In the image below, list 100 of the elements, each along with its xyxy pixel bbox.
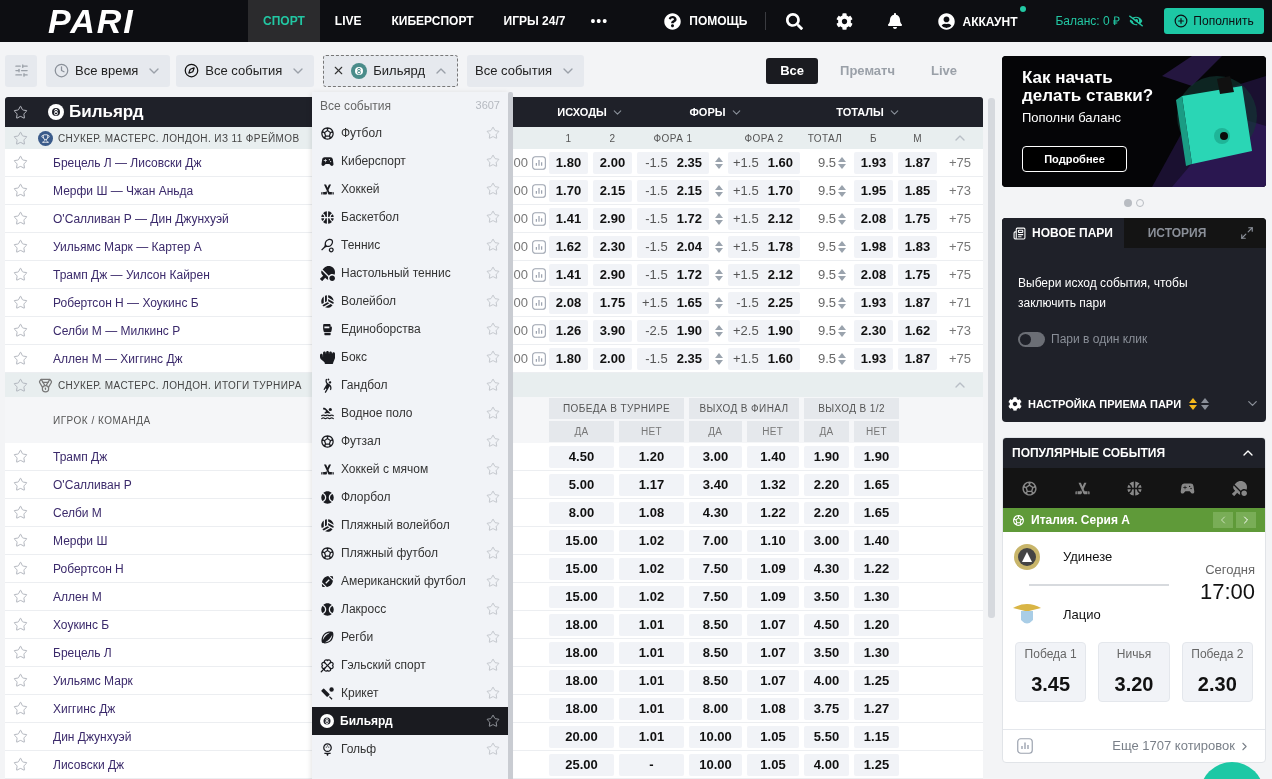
handicap-odds-button[interactable]: +2.5 1.90 xyxy=(728,319,800,342)
odds-button[interactable]: 1.02 xyxy=(619,557,684,580)
odds-button[interactable]: 20.00 xyxy=(549,725,614,748)
odds-button[interactable]: 1.30 xyxy=(854,641,899,664)
odds-button[interactable]: 1.90 xyxy=(854,445,899,468)
odds-button[interactable]: 2.08 xyxy=(549,291,588,314)
odds-button[interactable]: 1.09 xyxy=(747,557,799,580)
odds-button[interactable]: 2.90 xyxy=(593,207,632,230)
odds-button[interactable]: 15.00 xyxy=(549,585,614,608)
favorite-star-icon[interactable] xyxy=(13,505,28,520)
odds-button[interactable]: 1.32 xyxy=(747,473,799,496)
favorite-star-icon[interactable] xyxy=(486,266,500,280)
odds-button[interactable]: 1.01 xyxy=(619,725,684,748)
more-markets-link[interactable]: +71 xyxy=(937,292,983,313)
favorite-star-icon[interactable] xyxy=(13,239,28,254)
menu-item[interactable]: Киберспорт xyxy=(312,147,508,175)
filter-settings-button[interactable] xyxy=(5,54,37,87)
odds-button[interactable]: 18.00 xyxy=(549,641,614,664)
favorite-star-icon[interactable] xyxy=(13,295,28,310)
favorite-star-icon[interactable] xyxy=(13,757,28,772)
match-name[interactable]: Мерфи Ш — Чжан Аньда xyxy=(48,181,312,200)
menu-item[interactable]: Волейбол xyxy=(312,287,508,315)
favorite-star-icon[interactable] xyxy=(13,130,28,146)
match-name[interactable]: Уильямс Марк — Картер А xyxy=(48,237,312,256)
menu-item[interactable]: Крикет xyxy=(312,679,508,707)
favorite-star-icon[interactable] xyxy=(486,434,500,448)
favorite-star-icon[interactable] xyxy=(486,154,500,168)
favorite-star-icon[interactable] xyxy=(13,645,28,660)
odds-button[interactable]: 2.30 xyxy=(593,235,632,258)
menu-item[interactable]: Американский футбол xyxy=(312,567,508,595)
handicap-odds-button[interactable]: -1.5 2.35 xyxy=(637,347,709,370)
favorite-star-icon[interactable] xyxy=(486,294,500,308)
favorite-star-icon[interactable] xyxy=(13,561,28,576)
odds-button[interactable]: 2.00 xyxy=(593,347,632,370)
menu-item[interactable]: Все события 3607 xyxy=(312,92,508,119)
odds-button[interactable]: 4.50 xyxy=(549,445,614,468)
favorite-star-icon[interactable] xyxy=(486,546,500,560)
odds-button[interactable]: 3.00 xyxy=(804,529,849,552)
favorite-star-icon[interactable] xyxy=(486,742,500,756)
menu-item[interactable]: Хоккей xyxy=(312,175,508,203)
up-down-icon[interactable] xyxy=(1189,397,1198,410)
menu-item[interactable]: Гэльский спорт xyxy=(312,651,508,679)
handicap-odds-button[interactable]: -1.5 2.04 xyxy=(637,235,709,258)
odds-button[interactable]: 1.02 xyxy=(619,585,684,608)
menu-item[interactable]: Бокс xyxy=(312,343,508,371)
odds-button[interactable]: 1.27 xyxy=(854,697,899,720)
odds-button[interactable]: 8.00 xyxy=(689,697,742,720)
odds-button[interactable]: 1.93 xyxy=(854,347,893,370)
odds-button[interactable]: 1.07 xyxy=(747,641,799,664)
favorite-star-icon[interactable] xyxy=(486,350,500,364)
ping-pong-icon[interactable] xyxy=(1232,480,1248,496)
nav-tab[interactable]: LIVE xyxy=(319,0,377,42)
favorite-star-icon[interactable] xyxy=(13,729,28,744)
next-button[interactable] xyxy=(1236,512,1256,528)
one-click-toggle[interactable] xyxy=(1018,331,1045,347)
favorite-star-icon[interactable] xyxy=(486,210,500,224)
favorite-star-icon[interactable] xyxy=(486,518,500,532)
account-link[interactable]: АККАУНТ xyxy=(962,15,1018,29)
filter-dropdown[interactable]: Все события xyxy=(176,54,315,87)
favorite-star-icon[interactable] xyxy=(486,602,500,616)
menu-item[interactable]: Футбол xyxy=(312,119,508,147)
odds-button[interactable]: 1.09 xyxy=(747,585,799,608)
odds-button[interactable]: 4.50 xyxy=(804,613,849,636)
handicap-odds-button[interactable]: +1.5 1.60 xyxy=(728,347,800,370)
odds-button[interactable]: 1.15 xyxy=(854,725,899,748)
odds-button[interactable]: 4.00 xyxy=(804,669,849,692)
odds-button[interactable]: 1.93 xyxy=(854,291,893,314)
odds-button[interactable]: 5.50 xyxy=(804,725,849,748)
match-name[interactable]: Брецель Л — Лисовски Дж xyxy=(48,153,312,172)
odds-button[interactable]: 8.50 xyxy=(689,613,742,636)
odds-button[interactable]: 1.90 xyxy=(804,445,849,468)
odds-button[interactable]: 4.00 xyxy=(804,753,849,776)
odds-button[interactable]: 1.05 xyxy=(747,753,799,776)
odds-button[interactable]: 18.00 xyxy=(549,613,614,636)
nav-tab[interactable]: ИГРЫ 24/7 xyxy=(488,0,581,42)
match-name[interactable]: О'Салливан Р — Дин Джунхуэй xyxy=(48,209,312,228)
favorite-star-icon[interactable] xyxy=(486,238,500,252)
more-markets-link[interactable]: +75 xyxy=(937,152,983,173)
stats-icon[interactable] xyxy=(531,155,546,170)
more-markets-link[interactable]: +75 xyxy=(937,264,983,285)
odds-button[interactable]: 1.17 xyxy=(619,473,684,496)
menu-item[interactable]: Хоккей с мячом xyxy=(312,455,508,483)
favorite-star-icon[interactable] xyxy=(13,104,28,120)
odds-button[interactable]: 2.20 xyxy=(804,473,849,496)
handicap-odds-button[interactable]: +1.5 1.60 xyxy=(728,151,800,174)
odds-button[interactable]: 7.50 xyxy=(689,585,742,608)
odds-button[interactable]: 1.70 xyxy=(549,179,588,202)
filter-dropdown[interactable]: Все время xyxy=(46,54,171,87)
odds-button[interactable]: 1.20 xyxy=(854,613,899,636)
match-name[interactable]: Аллен М — Хиггинс Дж xyxy=(48,349,312,368)
handicap-odds-button[interactable]: -1.5 1.72 xyxy=(637,207,709,230)
odds-button[interactable]: 1.98 xyxy=(854,235,893,258)
favorite-star-icon[interactable] xyxy=(13,211,28,226)
odds-button[interactable]: Победа 2 2.30 xyxy=(1181,642,1253,702)
odds-button[interactable]: 1.41 xyxy=(549,207,588,230)
favorite-star-icon[interactable] xyxy=(486,658,500,672)
odds-button[interactable]: 3.90 xyxy=(593,319,632,342)
odds-button[interactable]: 15.00 xyxy=(549,557,614,580)
odds-button[interactable]: 8.50 xyxy=(689,641,742,664)
menu-item[interactable]: Единоборства xyxy=(312,315,508,343)
